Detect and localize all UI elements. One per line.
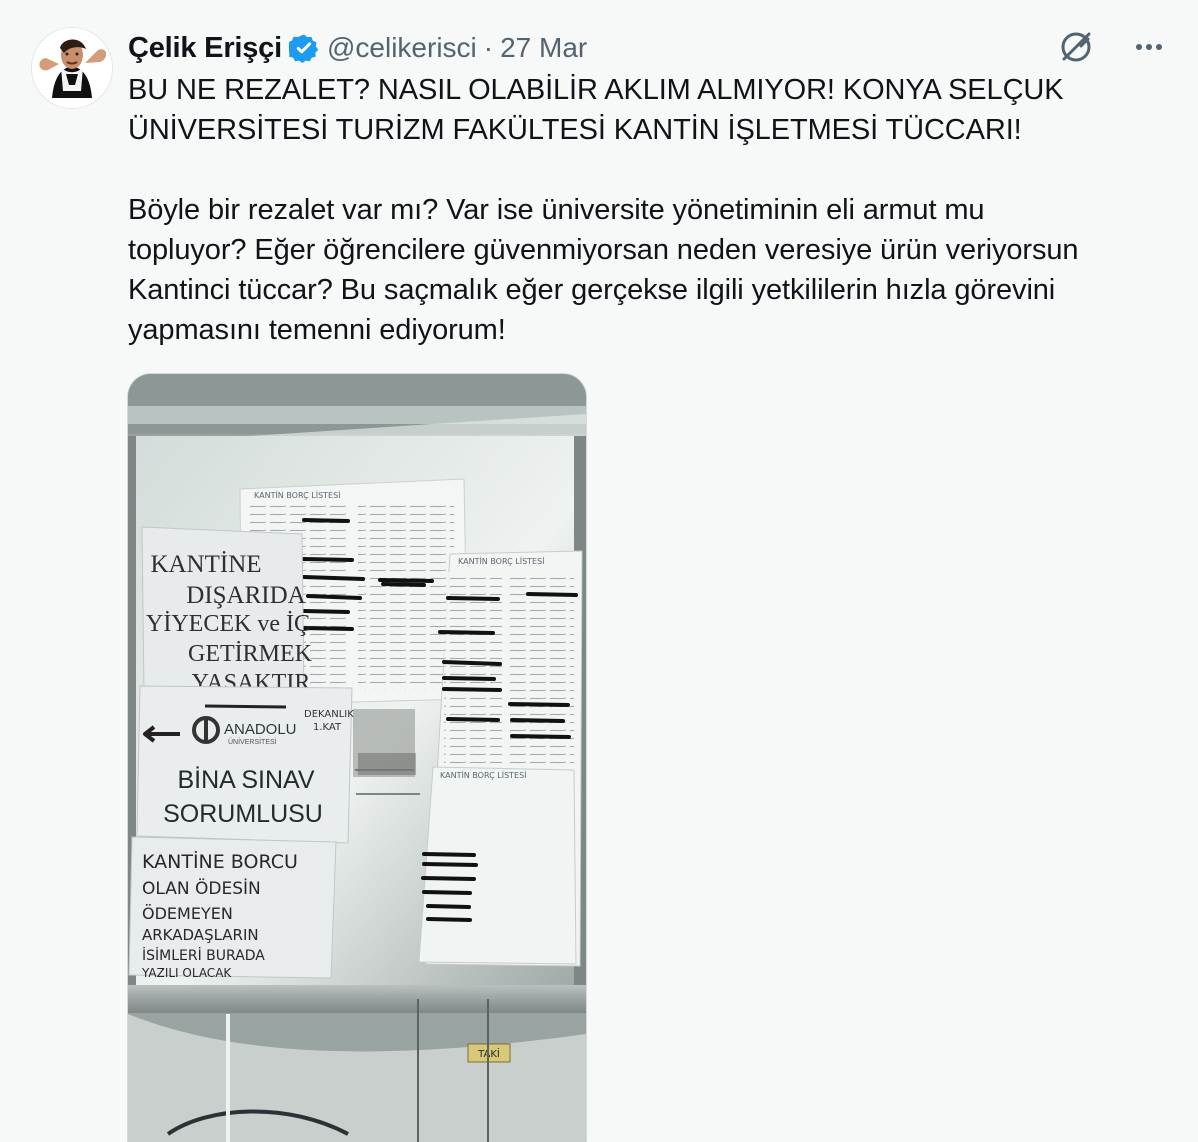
grok-icon[interactable] [1057, 28, 1095, 66]
tweet-text: BU NE REZALET? NASIL OLABİLİR AKLIM ALMI… [128, 70, 1168, 350]
exam-sign-department: DEKANLIK [304, 709, 354, 720]
debt-warning-line: İSİMLERİ BURADA [142, 946, 265, 964]
tweet-actions [1057, 27, 1165, 67]
tweet-text-paragraph: Böyle bir rezalet var mı? Var ise üniver… [128, 194, 1079, 346]
debt-warning-line: ÖDEMEYEN [142, 904, 233, 923]
photo-scene: TAKİ KANTİN BORÇ LİSTESİ KANTİN BORÇ LİS… [128, 374, 586, 1142]
debt-warning-line: YAZILI OLACAK [141, 966, 232, 980]
exam-sign-floor: 1.KAT [313, 722, 342, 733]
debt-list-header-2: KANTİN BORÇ LİSTESİ [458, 556, 545, 566]
author-handle[interactable]: @celikerisci [327, 32, 477, 64]
debt-warning-line: ARKADAŞLARIN [142, 926, 259, 944]
canteen-sign-line: DIŞARIDA [186, 582, 305, 609]
university-subtext: ÜNİVERSİTESİ [228, 737, 277, 746]
debt-warning-line: KANTİNE BORCU [142, 850, 298, 873]
canteen-sign-line: KANTİNE [150, 551, 261, 578]
tweet-date[interactable]: 27 Mar [500, 32, 587, 64]
debt-list-header-3: KANTİN BORÇ LİSTESİ [440, 770, 527, 780]
university-name: ANADOLU [224, 721, 297, 738]
canteen-sign-line: GETİRMEK [188, 641, 313, 667]
exam-sign-line: BİNA SINAV [177, 765, 314, 794]
avatar[interactable] [32, 28, 112, 108]
verified-badge-icon[interactable] [288, 33, 319, 63]
more-icon[interactable] [1133, 31, 1165, 63]
tweet-header: Çelik Erişçi @celikerisci · 27 Mar [128, 28, 587, 68]
debt-warning-line: OLAN ÖDESİN [142, 877, 261, 899]
door-frame [128, 985, 586, 1013]
exam-sign-line: SORUMLUSU [163, 800, 323, 828]
header-separator: · [483, 32, 494, 63]
user-avatar [32, 28, 112, 108]
author-display-name[interactable]: Çelik Erişçi [128, 32, 282, 65]
debt-list-header-1: KANTİN BORÇ LİSTESİ [254, 490, 341, 500]
tweet-photo[interactable]: TAKİ KANTİN BORÇ LİSTESİ KANTİN BORÇ LİS… [127, 373, 587, 1142]
tweet: Çelik Erişçi @celikerisci · 27 Mar BU NE… [0, 0, 1198, 1142]
canteen-sign-line: YİYECEK ve İÇ [146, 611, 310, 637]
tweet-text-paragraph: BU NE REZALET? NASIL OLABİLİR AKLIM ALMI… [128, 74, 1064, 146]
